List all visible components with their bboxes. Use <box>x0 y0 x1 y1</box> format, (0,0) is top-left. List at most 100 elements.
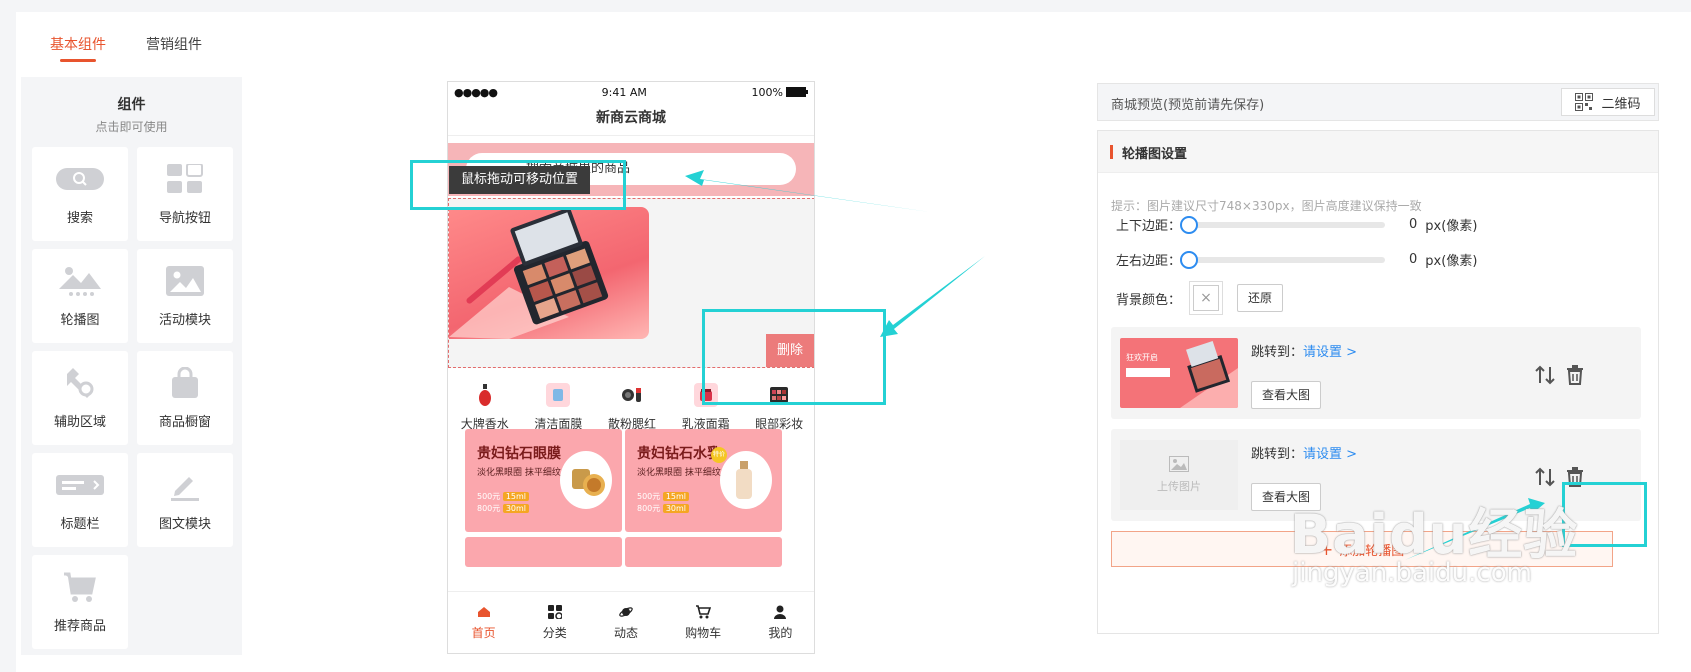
carousel-icon <box>59 263 101 299</box>
component-carousel[interactable]: 轮播图 <box>32 249 128 343</box>
category-item[interactable]: 清洁面膜 <box>523 383 593 432</box>
trash-icon[interactable] <box>1566 365 1584 385</box>
tab-basic-components[interactable]: 基本组件 <box>50 34 106 62</box>
components-grid: 搜索 导航按钮 轮播图 活动模块 辅助区域 商品橱窗 标题栏 图文模块 推荐商品 <box>32 147 233 649</box>
horizontal-margin-row: 左右边距： 0 px(像素) <box>1116 250 1477 269</box>
vertical-margin-value: 0 <box>1409 217 1418 232</box>
jump-to: 跳转到：请设置 > <box>1251 345 1358 360</box>
horizontal-margin-label: 左右边距： <box>1116 254 1182 269</box>
settings-title: 轮播图设置 <box>1122 147 1188 162</box>
components-title: 组件 <box>117 97 146 113</box>
vertical-margin-unit: px(像素) <box>1425 219 1478 234</box>
pencil-icon <box>169 467 201 503</box>
home-icon <box>476 604 492 620</box>
promo-price: 800元 30ml <box>477 503 530 514</box>
mask-icon <box>546 383 571 407</box>
component-label: 活动模块 <box>158 313 211 328</box>
add-carousel-button[interactable]: + 添加轮播图 <box>1111 531 1613 567</box>
carousel-thumbnail[interactable]: 狂欢开启 <box>1120 338 1238 408</box>
carousel-settings-panel: 轮播图设置 提示：图片建议尺寸748×330px，图片高度建议保持一致 上下边距… <box>1097 130 1659 634</box>
promo-card[interactable] <box>625 537 782 567</box>
promo-card[interactable]: 贵妇钻石水乳 淡化黑眼圈 抹平细纹 500元 15ml 800元 30ml 特价 <box>625 429 782 532</box>
image-placeholder-icon <box>1169 456 1189 472</box>
promo-tag: 15ml <box>662 492 690 501</box>
component-label: 标题栏 <box>60 517 100 532</box>
horizontal-margin-unit: px(像素) <box>1425 254 1478 269</box>
add-carousel-label: 添加轮播图 <box>1339 543 1405 559</box>
carousel-item: 狂欢开启 跳转到：请设置 > 查看大图 <box>1111 327 1641 419</box>
component-search[interactable]: 搜索 <box>32 147 128 241</box>
promo-tag: 30ml <box>502 504 530 513</box>
promo-price: 500元 15ml <box>477 491 530 502</box>
user-icon <box>772 604 788 620</box>
bottom-tabbar: 首页 分类 动态 购物车 我的 <box>448 591 814 653</box>
component-recommended-products[interactable]: 推荐商品 <box>32 555 128 649</box>
component-nav-button[interactable]: 导航按钮 <box>137 147 233 241</box>
qr-code-button[interactable]: 二维码 <box>1561 88 1655 116</box>
component-label: 导航按钮 <box>158 211 211 226</box>
planet-icon <box>618 604 634 620</box>
status-bar: ●●●●● 9:41 AM 100% <box>448 82 814 102</box>
qr-code-icon <box>1575 93 1594 111</box>
promo-title: 贵妇钻石水乳 <box>637 446 721 462</box>
jump-link[interactable]: 请设置 > <box>1303 447 1357 462</box>
horizontal-margin-value: 0 <box>1409 252 1418 267</box>
reset-color-button[interactable]: 还原 <box>1237 284 1284 312</box>
tabbar-cart[interactable]: 购物车 <box>685 604 721 641</box>
component-label: 商品橱窗 <box>158 415 211 430</box>
tabbar-feed[interactable]: 动态 <box>614 604 638 641</box>
nav-button-icon <box>167 161 203 197</box>
component-tabs: 基本组件 营销组件 <box>50 34 202 62</box>
image-icon <box>166 263 204 299</box>
item-actions <box>1534 365 1584 385</box>
promo-price: 500元 15ml <box>637 491 690 502</box>
header-accent-bar <box>1110 145 1113 159</box>
promo-title: 贵妇钻石眼膜 <box>477 446 561 462</box>
battery-icon <box>785 87 808 97</box>
promo-price: 800元 30ml <box>637 503 690 514</box>
preview-text: 商城预览(预览前请先保存) <box>1111 98 1265 113</box>
bg-color-picker[interactable]: × <box>1189 281 1224 315</box>
component-product-showcase[interactable]: 商品橱窗 <box>137 351 233 445</box>
vertical-margin-label: 上下边距： <box>1116 219 1182 234</box>
signal-indicator: ●●●●● <box>454 85 498 99</box>
annotation-highlight-box <box>1562 482 1647 547</box>
vertical-margin-slider[interactable] <box>1180 215 1386 234</box>
component-auxiliary-area[interactable]: 辅助区域 <box>32 351 128 445</box>
category-item[interactable]: 散粉腮红 <box>597 383 667 432</box>
title-bar-icon <box>56 467 104 503</box>
bg-color-label: 背景颜色： <box>1116 292 1182 308</box>
sort-icon[interactable] <box>1534 365 1556 385</box>
jump-link[interactable]: 请设置 > <box>1303 345 1357 360</box>
grid-icon <box>547 604 563 620</box>
component-label: 轮播图 <box>60 313 100 328</box>
component-image-text[interactable]: 图文模块 <box>137 453 233 547</box>
promo-tag: 15ml <box>502 492 530 501</box>
tab-marketing-components[interactable]: 营销组件 <box>146 34 202 62</box>
tabbar-category[interactable]: 分类 <box>543 604 567 641</box>
horizontal-margin-slider[interactable] <box>1180 250 1386 269</box>
tabbar-me[interactable]: 我的 <box>768 604 792 641</box>
product-image <box>560 451 612 509</box>
category-item[interactable]: 大牌香水 <box>450 383 520 432</box>
thumb-text: 狂欢开启 <box>1126 352 1158 362</box>
component-title-bar[interactable]: 标题栏 <box>32 453 128 547</box>
component-activity-module[interactable]: 活动模块 <box>137 249 233 343</box>
promo-card[interactable] <box>465 537 622 567</box>
component-label: 辅助区域 <box>53 415 106 430</box>
tabbar-home[interactable]: 首页 <box>472 604 496 641</box>
size-hint: 提示：图片建议尺寸748×330px，图片高度建议保持一致 <box>1111 199 1422 213</box>
store-preview-bar: 商城预览(预览前请先保存) 二维码 <box>1097 83 1659 121</box>
components-panel: 组件 点击即可使用 搜索 导航按钮 轮播图 活动模块 辅助区域 商品橱窗 标题栏… <box>21 77 242 655</box>
components-subtitle: 点击即可使用 <box>95 120 168 134</box>
upload-image-button[interactable]: 上传图片 <box>1120 440 1238 510</box>
slider-handle[interactable] <box>1180 215 1199 234</box>
slider-handle[interactable] <box>1180 250 1199 269</box>
view-large-button[interactable]: 查看大图 <box>1251 381 1322 409</box>
vertical-margin-row: 上下边距： 0 px(像素) <box>1116 215 1477 234</box>
promo-card[interactable]: 贵妇钻石眼膜 淡化黑眼圈 抹平细纹 500元 15ml 800元 30ml <box>465 429 622 532</box>
view-large-button[interactable]: 查看大图 <box>1251 483 1322 511</box>
sort-icon[interactable] <box>1534 467 1556 487</box>
search-icon <box>56 161 104 197</box>
promo-subtitle: 淡化黑眼圈 抹平细纹 <box>477 468 561 478</box>
